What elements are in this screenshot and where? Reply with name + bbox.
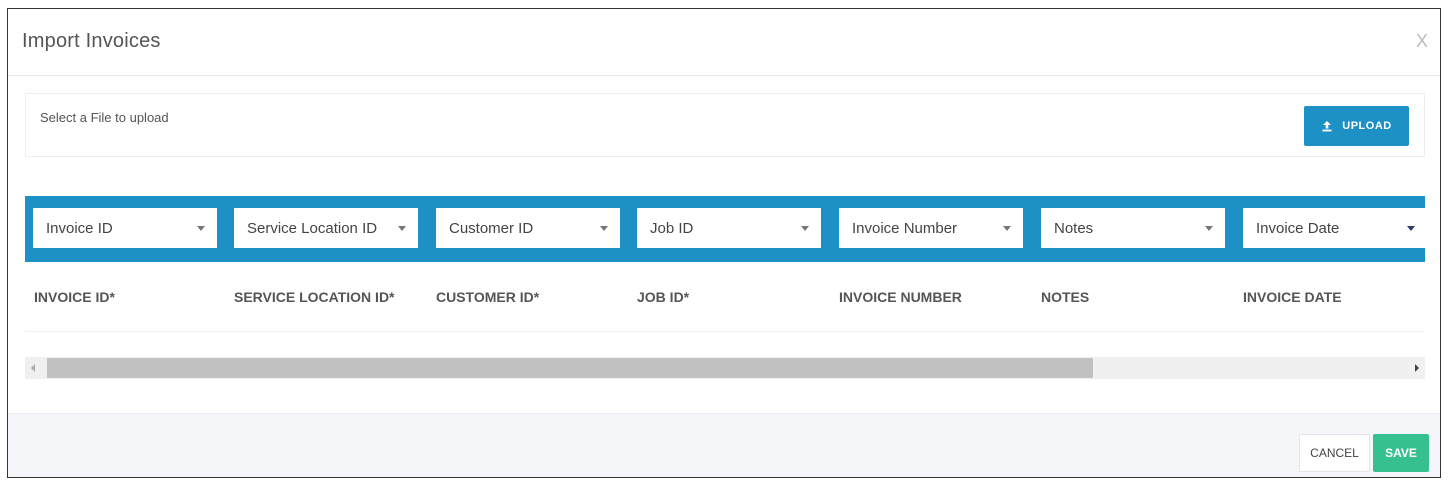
chevron-down-icon	[1003, 225, 1011, 231]
select-value: Service Location ID	[247, 219, 378, 237]
select-value: Invoice Number	[852, 219, 958, 237]
dialog-footer: CANCEL SAVE	[8, 413, 1440, 477]
scroll-left-icon[interactable]	[31, 364, 35, 372]
column-headers-row: INVOICE ID* SERVICE LOCATION ID* CUSTOME…	[25, 275, 1425, 332]
mapping-select-invoice-date[interactable]: Invoice Date	[1243, 208, 1427, 248]
mapping-select-job-id[interactable]: Job ID	[637, 208, 821, 248]
chevron-down-icon	[801, 225, 809, 231]
mapping-select-customer-id[interactable]: Customer ID	[436, 208, 620, 248]
column-header: CUSTOMER ID*	[436, 289, 540, 305]
horizontal-scrollbar[interactable]	[25, 357, 1425, 379]
column-header: NOTES	[1041, 289, 1090, 305]
dialog-header: Import Invoices X	[8, 9, 1440, 76]
mapping-select-invoice-id[interactable]: Invoice ID	[33, 208, 217, 248]
select-value: Notes	[1054, 219, 1094, 237]
column-header: JOB ID*	[637, 289, 690, 305]
select-value: Invoice ID	[46, 219, 113, 237]
cancel-button[interactable]: CANCEL	[1299, 434, 1370, 472]
upload-button[interactable]: UPLOAD	[1304, 106, 1409, 146]
mapping-select-invoice-number[interactable]: Invoice Number	[839, 208, 1023, 248]
upload-panel: Select a File to upload UPLOAD	[25, 93, 1425, 157]
import-invoices-dialog: Import Invoices X Select a File to uploa…	[7, 8, 1441, 478]
scroll-right-icon[interactable]	[1415, 364, 1419, 372]
column-header: INVOICE ID*	[34, 289, 115, 305]
select-value: Invoice Date	[1256, 219, 1340, 237]
column-header: INVOICE DATE	[1243, 289, 1342, 305]
upload-label: Select a File to upload	[40, 110, 169, 125]
mapping-select-service-location-id[interactable]: Service Location ID	[234, 208, 418, 248]
save-button[interactable]: SAVE	[1373, 434, 1429, 472]
chevron-down-icon	[398, 225, 406, 231]
column-header: SERVICE LOCATION ID*	[234, 289, 395, 305]
upload-icon	[1321, 120, 1333, 132]
mapping-select-notes[interactable]: Notes	[1041, 208, 1225, 248]
column-mapping-bar: Invoice ID Service Location ID Customer …	[25, 196, 1427, 262]
scrollbar-thumb[interactable]	[47, 358, 1093, 378]
column-header: INVOICE NUMBER	[839, 289, 962, 305]
upload-button-label: UPLOAD	[1342, 120, 1392, 132]
chevron-down-icon	[600, 225, 608, 231]
select-value: Job ID	[650, 219, 694, 237]
chevron-down-icon	[1205, 225, 1213, 231]
chevron-down-icon	[197, 225, 205, 231]
close-icon[interactable]: X	[1416, 31, 1428, 52]
select-value: Customer ID	[449, 219, 534, 237]
chevron-down-icon	[1407, 225, 1415, 231]
dialog-title: Import Invoices	[22, 30, 161, 52]
